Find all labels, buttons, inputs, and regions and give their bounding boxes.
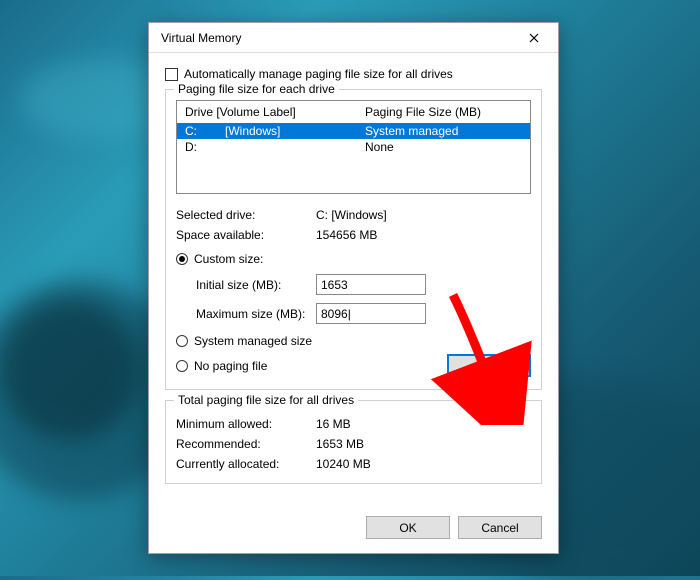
close-icon: [529, 30, 539, 46]
recommended-label: Recommended:: [176, 437, 316, 451]
maximum-size-input[interactable]: [316, 303, 426, 324]
system-managed-radio-row[interactable]: System managed size: [176, 334, 531, 348]
totals-legend: Total paging file size for all drives: [174, 393, 358, 407]
totals-group: Total paging file size for all drives Mi…: [165, 400, 542, 484]
space-available-value: 154656 MB: [316, 228, 377, 242]
custom-size-radio-row[interactable]: Custom size:: [176, 252, 531, 266]
drive-letter: C:: [185, 124, 225, 138]
cancel-button[interactable]: Cancel: [458, 516, 542, 539]
recommended-value: 1653 MB: [316, 437, 364, 451]
drive-volume-label: [Windows]: [225, 124, 365, 138]
drive-paging-size: None: [365, 140, 522, 154]
drive-row[interactable]: C: [Windows] System managed: [177, 123, 530, 139]
auto-manage-checkbox-row[interactable]: Automatically manage paging file size fo…: [165, 67, 542, 81]
no-paging-label: No paging file: [194, 359, 267, 373]
paging-file-legend: Paging file size for each drive: [174, 82, 339, 96]
system-managed-radio[interactable]: [176, 335, 188, 347]
selected-drive-label: Selected drive:: [176, 208, 316, 222]
initial-size-label: Initial size (MB):: [196, 278, 316, 292]
drive-list[interactable]: Drive [Volume Label] Paging File Size (M…: [176, 100, 531, 194]
drive-volume-label: [225, 140, 365, 154]
minimum-allowed-label: Minimum allowed:: [176, 417, 316, 431]
header-drive-label: Drive [Volume Label]: [185, 105, 365, 119]
maximum-size-label: Maximum size (MB):: [196, 307, 316, 321]
virtual-memory-dialog: Virtual Memory Automatically manage pagi…: [148, 22, 559, 554]
system-managed-label: System managed size: [194, 334, 312, 348]
selected-drive-value: C: [Windows]: [316, 208, 387, 222]
initial-size-input[interactable]: [316, 274, 426, 295]
currently-allocated-label: Currently allocated:: [176, 457, 316, 471]
no-paging-radio[interactable]: [176, 360, 188, 372]
window-title: Virtual Memory: [161, 31, 514, 45]
close-button[interactable]: [514, 25, 554, 51]
drive-letter: D:: [185, 140, 225, 154]
space-available-label: Space available:: [176, 228, 316, 242]
paging-file-group: Paging file size for each drive Drive [V…: [165, 89, 542, 390]
set-button[interactable]: Set: [447, 354, 531, 377]
custom-size-label: Custom size:: [194, 252, 263, 266]
minimum-allowed-value: 16 MB: [316, 417, 351, 431]
titlebar[interactable]: Virtual Memory: [149, 23, 558, 53]
auto-manage-label: Automatically manage paging file size fo…: [184, 67, 453, 81]
custom-size-radio[interactable]: [176, 253, 188, 265]
ok-button[interactable]: OK: [366, 516, 450, 539]
auto-manage-checkbox[interactable]: [165, 68, 178, 81]
drive-row[interactable]: D: None: [177, 139, 530, 155]
header-size-label: Paging File Size (MB): [365, 105, 522, 119]
drive-paging-size: System managed: [365, 124, 522, 138]
currently-allocated-value: 10240 MB: [316, 457, 371, 471]
